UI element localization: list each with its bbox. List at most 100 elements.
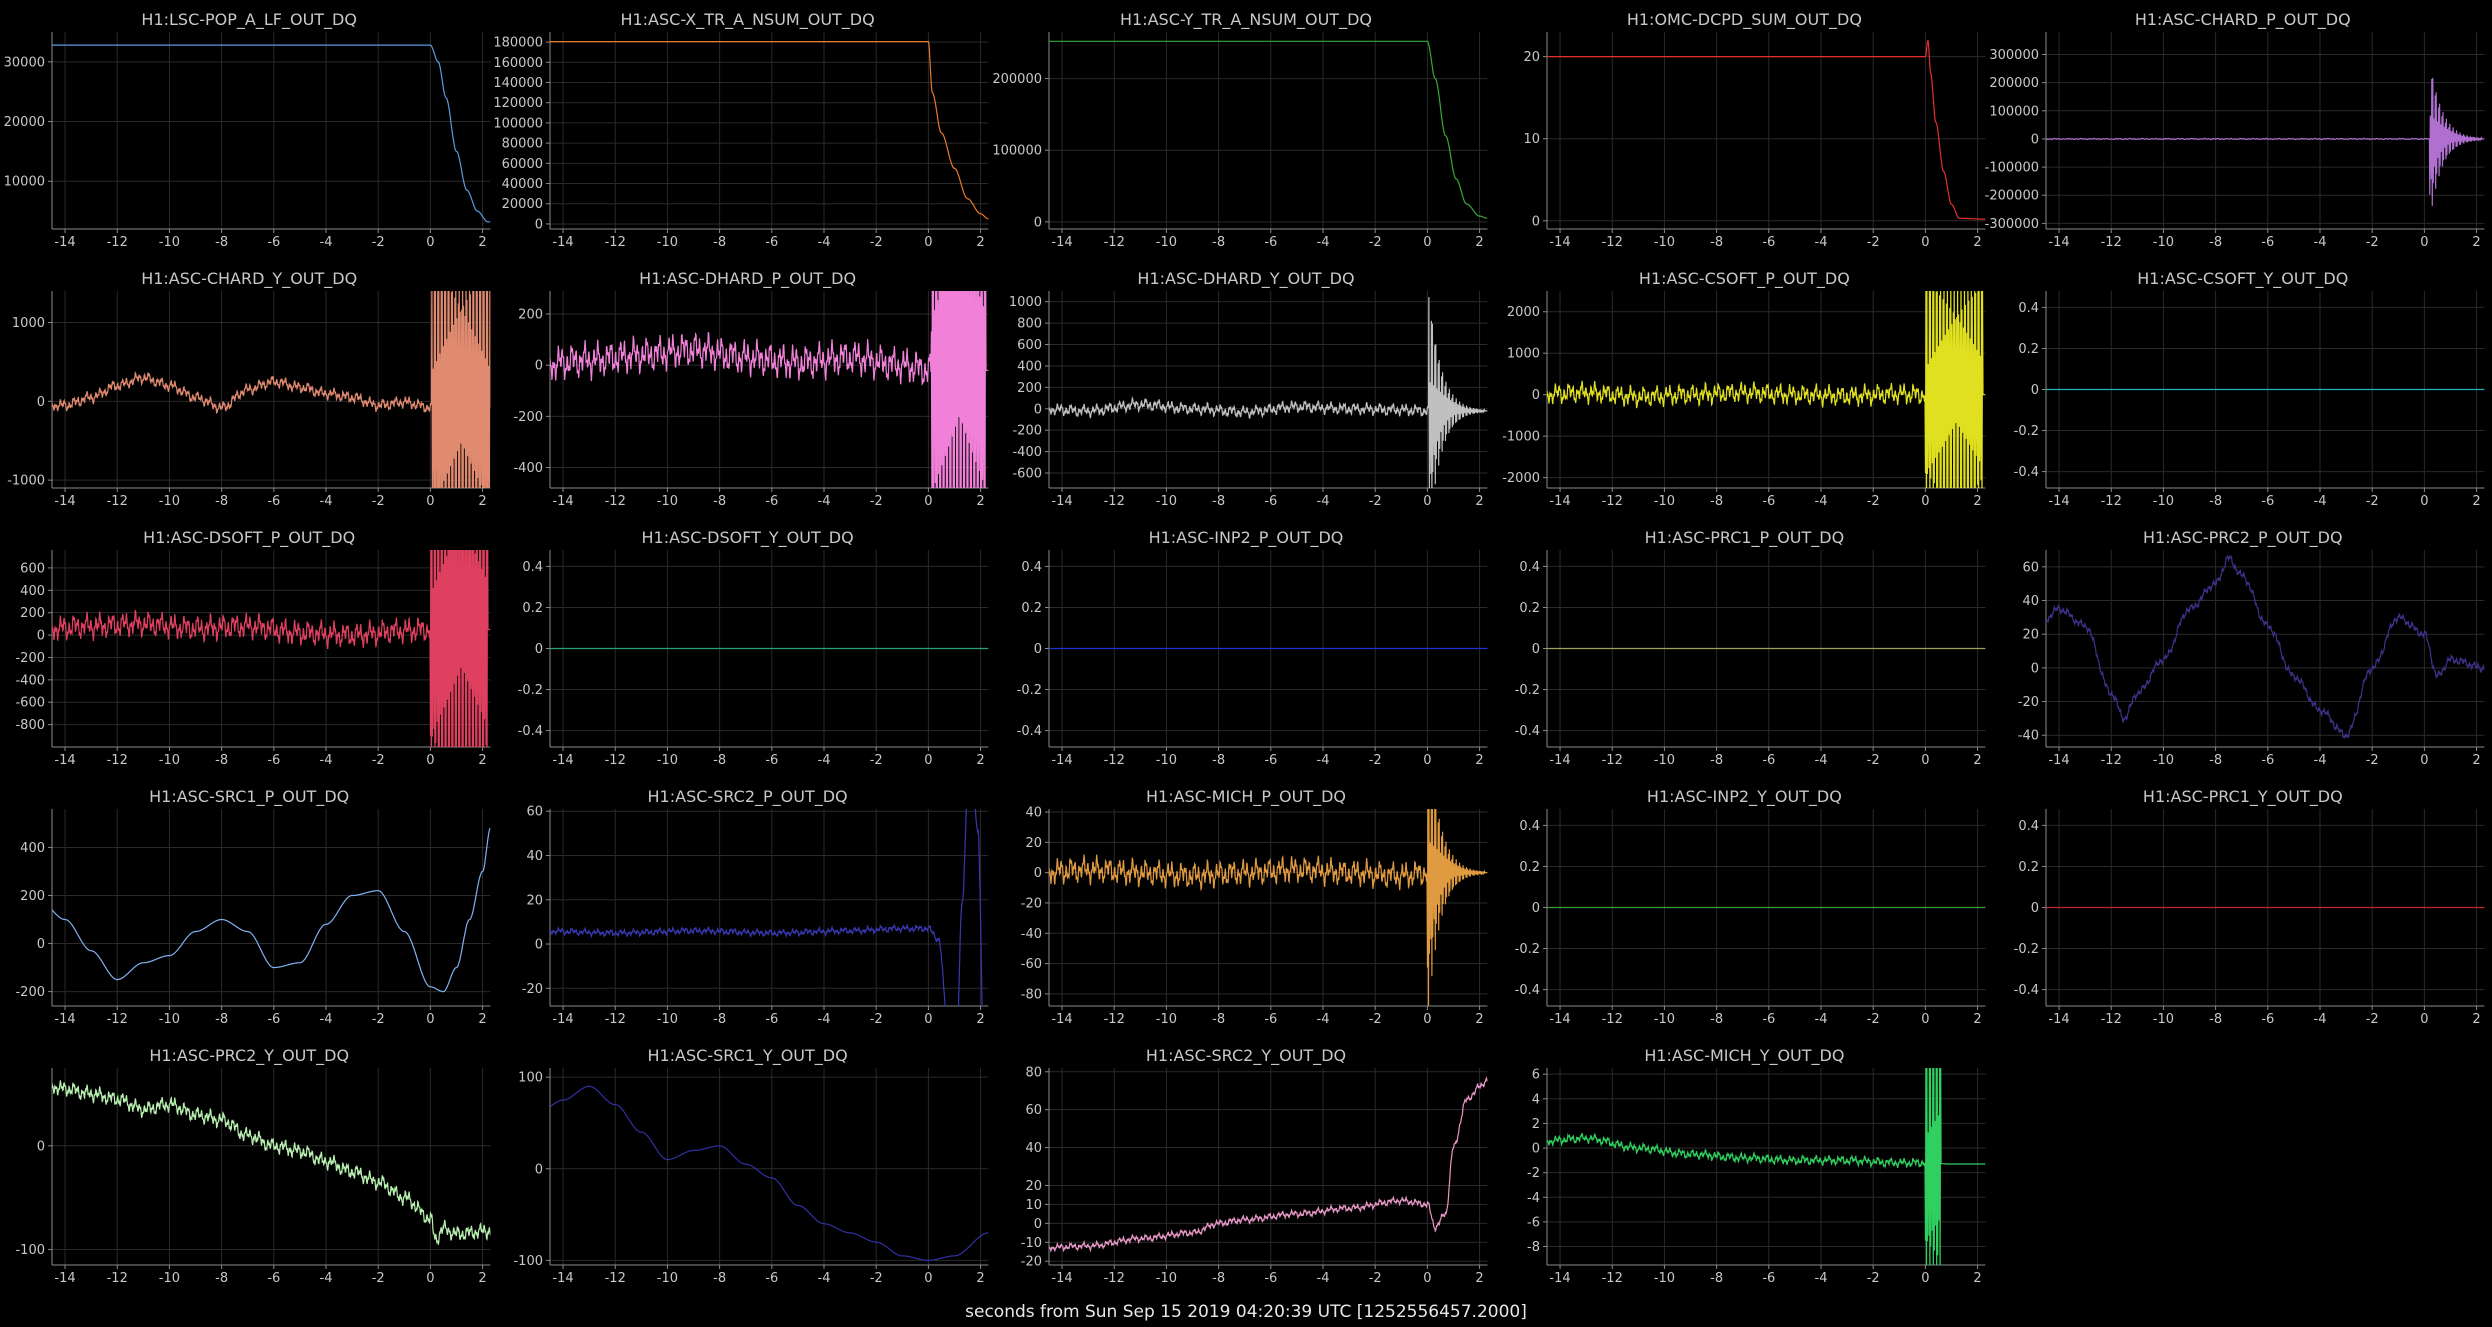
y-tick-label: 120000 — [494, 96, 544, 111]
x-tick-label: -8 — [1710, 1271, 1723, 1286]
y-tick-label: 0.2 — [523, 601, 544, 616]
chart-plot: -14 -12 -10 -8 -6 -4 -2 0 2-40-200204060 — [2017, 550, 2484, 768]
x-tick-label: -12 — [605, 753, 626, 768]
x-tick-label: -10 — [1654, 753, 1675, 768]
x-tick-label: -8 — [1212, 753, 1225, 768]
y-tick-label: 10 — [1025, 1198, 1042, 1213]
x-tick-label: -6 — [1264, 494, 1277, 509]
x-tick-label: -4 — [818, 235, 831, 250]
x-tick-label: 0 — [925, 494, 933, 509]
x-tick-label: -2 — [372, 1271, 385, 1286]
chart-panel: H1:ASC-PRC1_P_OUT_DQ -14 -12 -10 -8 -6 -4 -2 0 2-… — [1495, 518, 1993, 777]
x-tick-label: -4 — [1316, 1012, 1329, 1027]
x-tick-label: -2 — [1369, 753, 1382, 768]
y-tick-label: -40 — [1021, 927, 1042, 942]
y-tick-label: 40 — [2022, 594, 2039, 609]
x-tick-label: 2 — [1974, 235, 1982, 250]
x-tick-label: 2 — [2472, 753, 2480, 768]
x-tick-label: -2 — [2365, 1012, 2378, 1027]
y-tick-label: 0.4 — [523, 560, 544, 575]
x-tick-label: 0 — [426, 235, 434, 250]
x-tick-label: -14 — [54, 1271, 75, 1286]
x-tick-label: -2 — [2365, 494, 2378, 509]
x-tick-label: -4 — [1316, 753, 1329, 768]
y-tick-label: 0.2 — [2018, 860, 2039, 875]
y-tick-label: 60000 — [502, 157, 543, 172]
x-tick-label: 0 — [1921, 235, 1929, 250]
x-tick-label: -4 — [2313, 235, 2326, 250]
x-tick-label: -6 — [1264, 753, 1277, 768]
chart-panel: H1:ASC-MICH_Y_OUT_DQ -14 -12 -10 -8 -6 -4 -2 0 2-… — [1495, 1036, 1993, 1295]
x-tick-label: -10 — [2152, 1012, 2173, 1027]
x-tick-label: -12 — [605, 1271, 626, 1286]
x-tick-label: -10 — [159, 753, 180, 768]
y-tick-label: 0 — [1034, 1217, 1042, 1232]
chart-panel: H1:ASC-MICH_P_OUT_DQ -14 -12 -10 -8 -6 -4 -2 0 2-… — [997, 777, 1495, 1036]
chart-panel: H1:ASC-PRC2_P_OUT_DQ -14 -12 -10 -8 -6 -4 -2 0 2-… — [1994, 518, 2492, 777]
x-tick-label: -2 — [1369, 1012, 1382, 1027]
x-tick-label: -8 — [1710, 235, 1723, 250]
y-tick-label: 0 — [37, 395, 45, 410]
chart-plot: -14 -12 -10 -8 -6 -4 -2 0 201020 — [1524, 32, 1986, 250]
chart-plot: -14 -12 -10 -8 -6 -4 -2 0 2 10000 20000 30000 — [4, 32, 491, 250]
x-tick-label: -4 — [1815, 235, 1828, 250]
chart-panel: H1:OMC-DCPD_SUM_OUT_DQ -14 -12 -10 -8 -6 -4 -2 0… — [1495, 0, 1993, 259]
y-tick-label: 20 — [2022, 628, 2039, 643]
x-tick-label: 2 — [977, 235, 985, 250]
x-tick-label: 0 — [925, 1012, 933, 1027]
x-tick-label: -6 — [1763, 494, 1776, 509]
x-tick-label: -2 — [870, 1012, 883, 1027]
x-tick-label: -14 — [1051, 235, 1072, 250]
chart-plot: -14 -12 -10 -8 -6 -4 -2 0 2-200204060 — [522, 805, 989, 1027]
x-tick-label: 0 — [2420, 235, 2428, 250]
x-tick-label: -6 — [1763, 1012, 1776, 1027]
x-tick-label: 0 — [1423, 1012, 1431, 1027]
x-tick-label: -6 — [1264, 1271, 1277, 1286]
y-tick-label: 300000 — [1989, 48, 2039, 63]
chart-panel: H1:ASC-SRC1_P_OUT_DQ -14 -12 -10 -8 -6 -4 -2 0 2-… — [0, 777, 498, 1036]
x-tick-label: -12 — [1602, 753, 1623, 768]
y-tick-label: -200 — [1012, 424, 1042, 439]
y-tick-label: -0.4 — [1515, 983, 1540, 998]
y-tick-label: 60 — [2022, 560, 2039, 575]
chart-panel: H1:LSC-POP_A_LF_OUT_DQ -14 -12 -10 -8 -6 -4 -2 0… — [0, 0, 498, 259]
y-tick-label: 20 — [527, 893, 544, 908]
x-tick-label: 0 — [1423, 235, 1431, 250]
x-tick-label: -14 — [54, 753, 75, 768]
y-tick-label: -200 — [514, 410, 544, 425]
x-tick-label: 0 — [426, 1012, 434, 1027]
x-tick-label: 2 — [1974, 1271, 1982, 1286]
x-tick-label: -2 — [1867, 753, 1880, 768]
y-tick-label: 0.4 — [1520, 819, 1541, 834]
x-tick-label: -12 — [107, 494, 128, 509]
x-tick-label: -6 — [1763, 235, 1776, 250]
x-tick-label: -12 — [1103, 1271, 1124, 1286]
x-tick-label: -10 — [2152, 235, 2173, 250]
chart-plot: -14 -12 -10 -8 -6 -4 -2 0 2 -0.4 -0.2 0 0.2 0.4 — [2013, 809, 2484, 1027]
x-tick-label: -6 — [267, 235, 280, 250]
x-tick-label: -6 — [2261, 494, 2274, 509]
y-tick-label: -2 — [1527, 1166, 1540, 1181]
y-tick-label: 4 — [1532, 1092, 1540, 1107]
x-tick-label: -6 — [267, 753, 280, 768]
chart-plot: -14 -12 -10 -8 -6 -4 -2 0 2 -0.4 -0.2 0 0.2 0.4 — [1515, 550, 1986, 768]
x-tick-label: -6 — [1264, 235, 1277, 250]
y-tick-label: 100000 — [1989, 104, 2039, 119]
y-tick-label: -0.4 — [2013, 983, 2038, 998]
series-line — [2045, 77, 2484, 206]
x-tick-label: -2 — [372, 753, 385, 768]
y-tick-label: -1000 — [7, 474, 45, 489]
x-tick-label: 0 — [1921, 494, 1929, 509]
series-line — [2045, 554, 2484, 739]
x-tick-label: 0 — [925, 753, 933, 768]
x-tick-label: -14 — [54, 235, 75, 250]
x-tick-label: -10 — [1156, 494, 1177, 509]
x-tick-label: -14 — [553, 235, 574, 250]
chart-plot: -14 -12 -10 -8 -6 -4 -2 0 2 -600 -400 -200 0 200 400 60… — [1009, 291, 1488, 509]
x-tick-label: -14 — [553, 494, 574, 509]
x-tick-label: 2 — [977, 1012, 985, 1027]
series-line — [1547, 1068, 1986, 1265]
y-tick-label: 80000 — [502, 137, 543, 152]
x-tick-label: -2 — [1867, 1012, 1880, 1027]
y-tick-label: 0 — [37, 1139, 45, 1154]
